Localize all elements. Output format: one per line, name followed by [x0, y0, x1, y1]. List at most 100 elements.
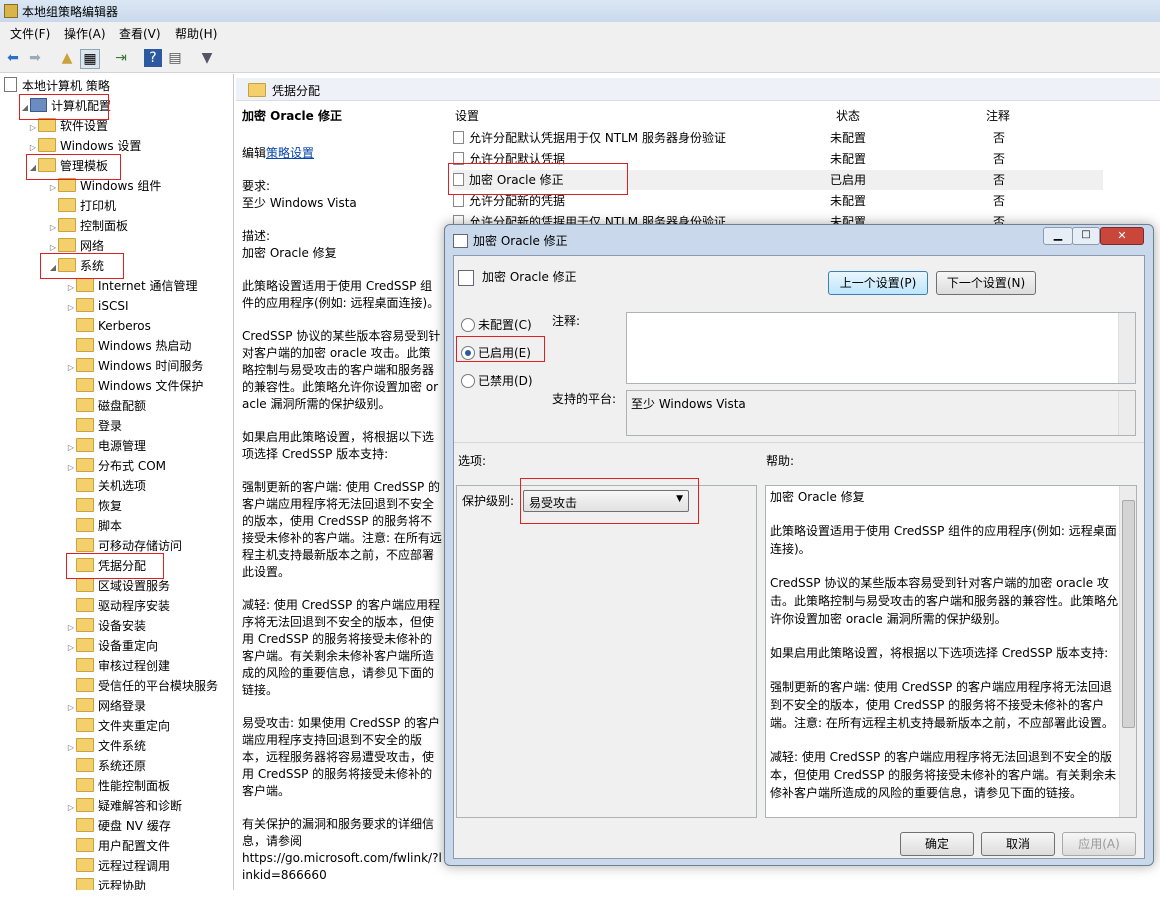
properties-icon[interactable]: ▤ — [166, 49, 184, 67]
collapsed-arrow-icon[interactable]: ▷ — [66, 358, 76, 378]
collapsed-arrow-icon[interactable]: ▷ — [48, 178, 58, 198]
collapsed-arrow-icon[interactable]: ▷ — [66, 298, 76, 318]
tree-item[interactable]: 远程协助 — [66, 876, 146, 890]
tree-item[interactable]: ▷ 疑难解答和诊断 — [66, 796, 182, 816]
tree-item[interactable]: ▷ 文件系统 — [66, 736, 146, 756]
ok-button[interactable]: 确定 — [900, 832, 974, 856]
collapsed-arrow-icon[interactable]: ▷ — [48, 218, 58, 238]
tree-item[interactable]: 磁盘配额 — [66, 396, 146, 416]
collapsed-arrow-icon[interactable]: ▷ — [28, 118, 38, 138]
tree-item-label: 网络 — [80, 239, 105, 253]
tree-item[interactable]: ▷ Internet 通信管理 — [66, 276, 197, 296]
folder-icon — [76, 578, 94, 592]
collapsed-arrow-icon[interactable]: ▷ — [66, 698, 76, 718]
tree-item[interactable]: Windows 热启动 — [66, 336, 191, 356]
tree-item[interactable]: 登录 — [66, 416, 122, 436]
title-bar: 本地组策略编辑器 — [0, 0, 1160, 22]
tree-item[interactable]: ▷ 设备安装 — [66, 616, 146, 636]
edit-policy-link[interactable]: 策略设置 — [266, 146, 314, 160]
menu-file[interactable]: 文件(F) — [10, 25, 50, 42]
collapsed-arrow-icon[interactable]: ▷ — [66, 798, 76, 818]
tree-item[interactable]: ▷ 电源管理 — [66, 436, 146, 456]
tree-item[interactable]: ▷ Windows 时间服务 — [66, 356, 203, 376]
tree-item[interactable]: ▷ Windows 设置 — [28, 136, 141, 156]
radio-not-configured-label[interactable]: 未配置(C) — [478, 316, 532, 333]
back-icon[interactable]: ⬅ — [4, 49, 22, 67]
highlight-computer-config — [19, 94, 109, 120]
tree-item[interactable]: 硬盘 NV 缓存 — [66, 816, 171, 836]
setting-comment: 否 — [993, 131, 1006, 145]
tree-item[interactable]: ▷ 网络登录 — [66, 696, 146, 716]
maximize-icon[interactable]: □ — [1072, 227, 1100, 245]
tree-item[interactable]: Windows 文件保护 — [66, 376, 203, 396]
tree-item-label: Internet 通信管理 — [98, 279, 198, 293]
export-list-icon[interactable]: ⇥ — [112, 49, 130, 67]
next-setting-button[interactable]: 下一个设置(N) — [936, 271, 1036, 295]
tree-item[interactable]: 本地计算机 策略 — [4, 76, 110, 96]
help-icon[interactable]: ? — [144, 49, 162, 67]
radio-not-configured[interactable] — [461, 318, 475, 332]
tree-item-label: 受信任的平台模块服务 — [98, 679, 219, 693]
column-header-state[interactable]: 状态 — [836, 107, 860, 124]
folder-icon — [76, 798, 94, 812]
close-icon[interactable]: ✕ — [1100, 227, 1144, 245]
tree-item[interactable]: ▷ iSCSI — [66, 296, 129, 316]
highlight-system — [40, 253, 124, 279]
comment-textarea[interactable] — [626, 312, 1136, 384]
tree-item[interactable]: 文件夹重定向 — [66, 716, 170, 736]
previous-setting-button[interactable]: 上一个设置(P) — [828, 271, 928, 295]
collapsed-arrow-icon[interactable]: ▷ — [66, 738, 76, 758]
tree-item[interactable]: 远程过程调用 — [66, 856, 170, 876]
filter-icon[interactable]: ▼ — [198, 49, 216, 67]
menu-action[interactable]: 操作(A) — [64, 25, 106, 42]
description-paragraph: CredSSP 协议的某些版本容易受到针对客户端的加密 oracle 攻击。此策… — [242, 329, 441, 411]
column-header-setting[interactable]: 设置 — [455, 107, 479, 124]
help-scrollbar-thumb[interactable] — [1122, 500, 1135, 728]
tree-item[interactable]: 区域设置服务 — [66, 576, 170, 596]
folder-icon — [76, 618, 94, 632]
tree-item-label: 系统还原 — [98, 759, 147, 773]
tree-item-label: 用户配置文件 — [98, 839, 171, 853]
show-hide-tree-icon[interactable]: ▦ — [80, 49, 100, 69]
table-row[interactable]: 允许分配默认凭据用于仅 NTLM 服务器身份验证 未配置 否 — [453, 128, 1103, 148]
radio-disabled-label[interactable]: 已禁用(D) — [478, 372, 533, 389]
tree-item[interactable]: 性能控制面板 — [66, 776, 170, 796]
tree-item[interactable]: 关机选项 — [66, 476, 146, 496]
collapsed-arrow-icon[interactable]: ▷ — [66, 458, 76, 478]
tree-item[interactable]: 受信任的平台模块服务 — [66, 676, 218, 696]
tree-item[interactable]: 脚本 — [66, 516, 122, 536]
description-panel: 加密 Oracle 修正 编辑策略设置 要求: 至少 Windows Vista… — [242, 108, 442, 900]
collapsed-arrow-icon[interactable]: ▷ — [66, 438, 76, 458]
radio-disabled[interactable] — [461, 374, 475, 388]
tree-item[interactable]: 用户配置文件 — [66, 836, 170, 856]
folder-icon — [76, 758, 94, 772]
tree-item-label: Windows 文件保护 — [98, 379, 204, 393]
tree-item[interactable]: 打印机 — [48, 196, 116, 216]
collapsed-arrow-icon[interactable]: ▷ — [66, 618, 76, 638]
tree-item[interactable]: 恢复 — [66, 496, 122, 516]
folder-icon — [76, 378, 94, 392]
highlight-admin-templates — [26, 154, 121, 180]
tree-item[interactable]: ▷ 分布式 COM — [66, 456, 166, 476]
tree-item-label: 网络登录 — [98, 699, 147, 713]
minimize-icon[interactable]: ▁ — [1043, 227, 1073, 245]
options-panel: 保护级别: 易受攻击 ▼ — [456, 485, 757, 818]
tree-item[interactable]: ▷ 设备重定向 — [66, 636, 158, 656]
column-header-comment[interactable]: 注释 — [986, 107, 1010, 124]
up-folder-icon[interactable]: ▲ — [58, 49, 76, 67]
collapsed-arrow-icon[interactable]: ▷ — [66, 278, 76, 298]
collapsed-arrow-icon[interactable]: ▷ — [66, 638, 76, 658]
tree-item[interactable]: ▷ 控制面板 — [48, 216, 128, 236]
menu-view[interactable]: 查看(V) — [119, 25, 161, 42]
cancel-button[interactable]: 取消 — [981, 832, 1055, 856]
tree-item[interactable]: 驱动程序安装 — [66, 596, 170, 616]
tree-item[interactable]: Kerberos — [66, 316, 151, 336]
folder-icon — [58, 218, 76, 232]
tree-item[interactable]: 审核过程创建 — [66, 656, 170, 676]
forward-icon[interactable]: ➡ — [26, 49, 44, 67]
description-paragraph: 易受攻击: 如果使用 CredSSP 的客户端应用程序支持回退到不安全的版本，远… — [242, 716, 441, 798]
menu-help[interactable]: 帮助(H) — [175, 25, 217, 42]
apply-button[interactable]: 应用(A) — [1062, 832, 1136, 856]
folder-icon — [38, 138, 56, 152]
tree-item[interactable]: 系统还原 — [66, 756, 146, 776]
